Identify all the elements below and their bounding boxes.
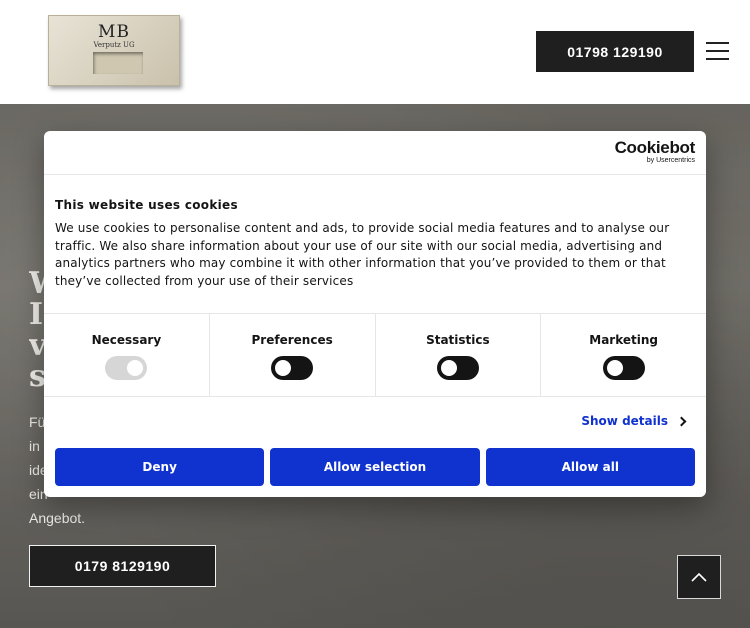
preferences-toggle[interactable] [271, 356, 314, 380]
hero-text-line: Angebot. [29, 510, 86, 526]
category-label: Necessary [91, 333, 162, 347]
scroll-to-top-button[interactable] [677, 555, 721, 599]
toggle-knob [606, 360, 623, 376]
logo-text: MB [98, 22, 130, 42]
toggle-knob [275, 360, 292, 376]
allow-all-button[interactable]: Allow all [485, 448, 695, 486]
chevron-right-icon [676, 416, 687, 426]
cookiebot-logo-text: Cookiebot [614, 138, 696, 157]
show-details-label: Show details [581, 414, 668, 428]
hero-phone-button[interactable]: 0179 8129190 [29, 545, 216, 587]
cookiebot-logo: Cookiebot by Usercentrics [614, 138, 696, 165]
show-details-link[interactable]: Show details [581, 414, 687, 428]
toggle-knob [127, 360, 144, 376]
allow-selection-button[interactable]: Allow selection [270, 448, 480, 486]
category-statistics: Statistics [376, 314, 542, 396]
cookie-consent-dialog: Cookiebot by Usercentrics This website u… [44, 131, 706, 497]
category-label: Preferences [251, 333, 333, 347]
toggle-knob [440, 360, 457, 376]
logo-subtitle: Verputz UG [93, 41, 135, 49]
category-necessary: Necessary [44, 314, 210, 396]
hamburger-menu-icon[interactable] [706, 42, 729, 60]
cookie-dialog-header: Cookiebot by Usercentrics [44, 131, 706, 175]
chevron-up-icon [691, 572, 707, 582]
cookie-dialog-title: This website uses cookies [55, 198, 238, 212]
cookiebot-logo-subtitle: by Usercentrics [646, 157, 695, 164]
category-label: Statistics [426, 333, 490, 347]
cookie-button-row: Deny Allow selection Allow all [55, 448, 695, 486]
deny-button[interactable]: Deny [55, 448, 265, 486]
necessary-toggle [105, 356, 148, 380]
category-preferences: Preferences [210, 314, 376, 396]
cookie-dialog-description: We use cookies to personalise content an… [55, 221, 670, 289]
marketing-toggle[interactable] [602, 356, 645, 380]
cookie-categories: Necessary Preferences Statistics Marketi… [44, 313, 706, 397]
category-marketing: Marketing [541, 314, 706, 396]
site-logo[interactable]: MB Verputz UG [48, 15, 180, 86]
category-label: Marketing [589, 333, 658, 347]
site-header: MB Verputz UG 01798 129190 [0, 0, 750, 104]
header-phone-button[interactable]: 01798 129190 [536, 31, 694, 72]
statistics-toggle[interactable] [436, 356, 479, 380]
logo-recess [93, 52, 143, 74]
